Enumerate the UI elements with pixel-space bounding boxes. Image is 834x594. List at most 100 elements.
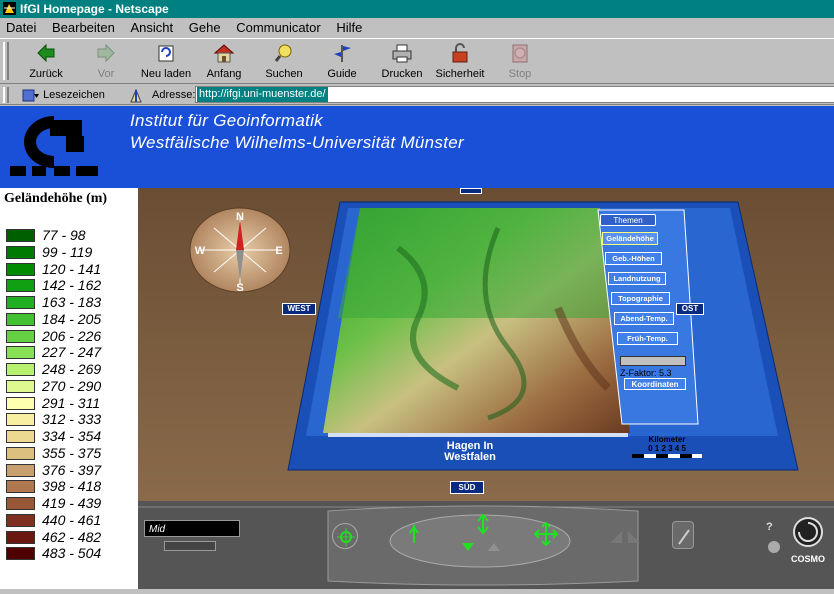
print-button-label: Drucken <box>381 68 423 80</box>
zoom-icon <box>477 513 489 535</box>
theme-button[interactable]: Geländehöhe <box>602 232 658 245</box>
legend-color-swatch <box>6 446 35 460</box>
compass-e-label: E <box>275 245 282 257</box>
reload-button[interactable]: Neu laden <box>138 42 194 82</box>
menu-communicator[interactable]: Communicator <box>236 18 321 38</box>
address-label: Adresse: <box>152 89 196 101</box>
legend-row: 312 - 333 <box>6 411 136 428</box>
window-title: IfGI Homepage - Netscape <box>20 2 169 16</box>
guide-button-label: Guide <box>327 68 357 80</box>
theme-button[interactable]: Abend-Temp. <box>614 312 674 325</box>
legend-color-swatch <box>6 513 35 527</box>
menu-gehe[interactable]: Gehe <box>189 18 221 38</box>
location-toolbar: Lesezeichen Adresse: http://ifgi.uni-mue… <box>0 85 834 105</box>
legend-row: 462 - 482 <box>6 529 136 545</box>
legend-row: 142 - 162 <box>6 277 136 293</box>
guide-button[interactable]: Guide <box>314 42 370 82</box>
address-input[interactable]: http://ifgi.uni-muenster.de/ <box>195 86 834 103</box>
theme-button[interactable]: Früh-Temp. <box>617 332 678 345</box>
legend-color-swatch <box>6 530 35 544</box>
forward-button[interactable]: Vor <box>78 42 134 82</box>
edit-button[interactable] <box>672 521 694 549</box>
menu-ansicht[interactable]: Ansicht <box>131 18 174 38</box>
place-label-line2: Westfalen <box>444 451 496 463</box>
legend-row: 206 - 226 <box>6 328 136 344</box>
ifgi-banner: Institut für Geoinformatik Westfälische … <box>0 106 834 188</box>
legend-range-label: 334 - 354 <box>42 428 102 444</box>
legend-range-label: 163 - 183 <box>42 294 102 310</box>
location-toolbar-grip[interactable] <box>3 87 9 103</box>
legend-range-label: 440 - 461 <box>42 511 102 528</box>
theme-button[interactable]: Geb.-Höhen <box>605 252 662 265</box>
home-button[interactable]: Anfang <box>196 42 252 82</box>
z-factor-slider[interactable] <box>620 356 686 366</box>
seek-button[interactable] <box>332 523 358 549</box>
legend-row: 376 - 397 <box>6 462 136 478</box>
undo-move-button[interactable] <box>458 539 478 555</box>
print-button[interactable]: Drucken <box>374 42 430 82</box>
window-title-bar: IfGI Homepage - Netscape <box>0 0 834 18</box>
back-arrow-icon <box>37 43 55 63</box>
viewpoint-prev-next[interactable] <box>164 541 216 551</box>
reload-button-label: Neu laden <box>140 68 192 80</box>
security-lock-icon <box>452 43 468 63</box>
cosmo-settings-button[interactable] <box>768 541 780 553</box>
vrml-3d-scene[interactable]: N S W E WEST OST SÜD Hagen In Westfalen … <box>138 188 834 501</box>
back-button[interactable]: Zurück <box>18 42 74 82</box>
legend-row: 163 - 183 <box>6 294 136 310</box>
elevation-legend: Geländehöhe (m) 77 - 98 99 - 119 120 - 141… <box>0 188 138 589</box>
pan-button[interactable] <box>531 519 561 549</box>
search-icon <box>274 44 292 62</box>
stop-button-label: Stop <box>508 68 532 80</box>
zoom-button[interactable] <box>468 511 498 537</box>
redo-move-button[interactable] <box>484 539 504 555</box>
compass-rose[interactable]: N S W E <box>188 206 292 294</box>
legend-row: 120 - 141 <box>6 261 136 277</box>
legend-row: 355 - 375 <box>6 445 136 461</box>
search-button[interactable]: Suchen <box>256 42 312 82</box>
south-label: SÜD <box>450 481 484 494</box>
reload-icon <box>158 45 174 62</box>
theme-coordinates-button[interactable]: Koordinaten <box>624 378 686 390</box>
help-button[interactable]: ? <box>766 521 782 535</box>
security-button[interactable]: Sicherheit <box>432 42 488 82</box>
menu-bearbeiten[interactable]: Bearbeiten <box>52 18 115 38</box>
legend-row: 248 - 269 <box>6 361 136 377</box>
legend-color-swatch <box>6 413 35 427</box>
viewpoint-field[interactable]: Mid <box>144 520 240 537</box>
legend-color-swatch <box>6 329 35 343</box>
theme-button[interactable]: Landnutzung <box>608 272 666 285</box>
bookmarks-icon <box>22 89 39 102</box>
z-factor-label: Z-Faktor: 5.3 <box>620 356 686 378</box>
legend-row: 419 - 439 <box>6 495 136 511</box>
stop-icon <box>512 44 528 63</box>
menu-datei[interactable]: Datei <box>6 18 36 38</box>
straighten-button[interactable] <box>606 527 646 547</box>
legend-color-swatch <box>6 463 35 477</box>
tilt-button[interactable] <box>400 519 434 549</box>
cosmo-brand-text: COSMO <box>790 554 825 564</box>
pencil-icon <box>678 529 690 545</box>
terrain-south-edge <box>328 433 628 437</box>
legend-range-label: 419 - 439 <box>42 495 102 511</box>
scale-bar: Kilometer 0 1 2 3 4 5 <box>632 435 702 458</box>
page-content: Institut für Geoinformatik Westfälische … <box>0 106 834 589</box>
legend-range-label: 312 - 333 <box>42 411 102 428</box>
theme-button[interactable]: Topographie <box>611 292 670 305</box>
stop-button[interactable]: Stop <box>492 42 548 82</box>
banner-institute-name: Institut für Geoinformatik <box>130 111 323 130</box>
page-proxy-icon[interactable] <box>128 88 144 103</box>
legend-color-swatch <box>6 396 35 410</box>
toolbar-grip[interactable] <box>3 42 9 80</box>
legend-range-label: 77 - 98 <box>42 227 86 243</box>
menu-hilfe[interactable]: Hilfe <box>336 18 362 38</box>
legend-range-label: 270 - 290 <box>42 377 102 394</box>
legend-row: 99 - 119 <box>6 244 136 260</box>
back-button-label: Zurück <box>29 68 63 80</box>
bookmarks-button[interactable]: Lesezeichen <box>22 87 105 103</box>
legend-title: Geländehöhe (m) <box>4 191 108 206</box>
legend-range-label: 227 - 247 <box>42 344 102 361</box>
legend-color-swatch <box>6 245 35 259</box>
forward-button-label: Vor <box>97 68 115 80</box>
viewpoint-value: Mid <box>149 524 166 535</box>
